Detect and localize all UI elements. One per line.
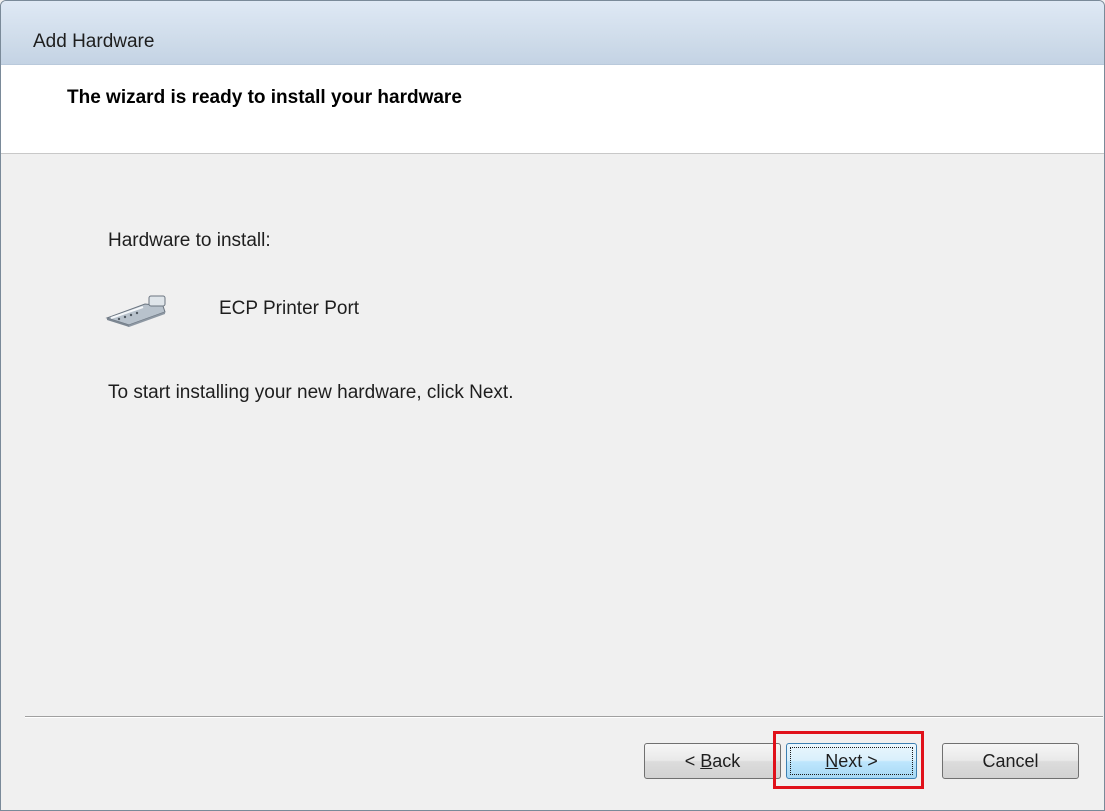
add-hardware-wizard-window: Add Hardware The wizard is ready to inst…	[0, 0, 1105, 811]
back-button-label: < Back	[684, 751, 741, 771]
parallel-port-connector-icon	[105, 295, 166, 327]
wizard-header: The wizard is ready to install your hard…	[1, 65, 1104, 154]
next-button[interactable]: Next >	[786, 743, 917, 779]
cancel-button[interactable]: Cancel	[942, 743, 1079, 779]
wizard-page-title: The wizard is ready to install your hard…	[67, 87, 462, 108]
back-mnemonic: B	[700, 751, 713, 771]
back-button[interactable]: < Back	[644, 743, 781, 779]
hardware-name: ECP Printer Port	[219, 298, 360, 319]
cancel-button-label: Cancel	[982, 751, 1039, 771]
title-bar[interactable]: Add Hardware	[1, 1, 1104, 65]
focus-ring	[790, 747, 913, 775]
footer-separator	[25, 716, 1103, 718]
instruction-text: To start installing your new hardware, c…	[108, 382, 514, 403]
wizard-content: Hardware to install: ECP Printer Port To…	[1, 154, 1104, 716]
hardware-to-install-label: Hardware to install:	[108, 230, 271, 251]
window-title: Add Hardware	[33, 31, 155, 52]
